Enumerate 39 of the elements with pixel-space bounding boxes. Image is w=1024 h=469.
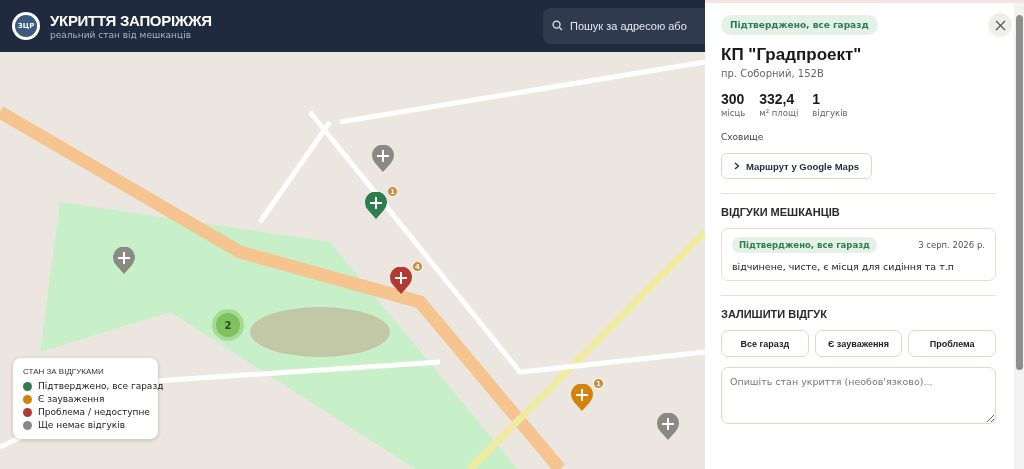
location-pin-icon[interactable] xyxy=(390,267,412,295)
close-button[interactable] xyxy=(988,13,1012,37)
section-title: ВІДГУКИ МЕШКАНЦІВ xyxy=(721,206,841,218)
close-icon xyxy=(994,19,1006,31)
legend-label: Проблема / недоступне xyxy=(38,407,150,417)
location-pin-icon[interactable] xyxy=(657,413,679,441)
rating-option[interactable]: Все гаразд xyxy=(721,330,809,357)
search-field[interactable]: Пошук за адресою або xyxy=(543,8,705,44)
legend-title: СТАН ЗА ВІДГУКАМИ xyxy=(23,367,105,376)
review-text: відчинене, чисте, є місця для сидіння та т.п xyxy=(732,261,955,272)
route-button[interactable]: Маршрут у Google Maps xyxy=(721,153,872,179)
location-pin-icon[interactable] xyxy=(365,192,387,220)
stat-label: м² площі xyxy=(759,108,799,118)
stat-value: 1 xyxy=(812,91,822,107)
shelter-address: пр. Соборний, 152В xyxy=(721,68,825,79)
location-pin-icon[interactable] xyxy=(571,384,593,412)
legend-label: Підтверджено, все гаразд xyxy=(38,381,164,391)
section-title: ЗАЛИШИТИ ВІДГУК xyxy=(721,308,828,320)
stat-label: місць xyxy=(721,108,746,118)
shelter-name: КП "Градпроект" xyxy=(721,45,863,65)
legend-label: Є зауваження xyxy=(38,394,105,404)
comment-field[interactable]: Опишіть стан укриття (необов'язково)... xyxy=(721,367,996,424)
scrollbar[interactable] xyxy=(1014,3,1024,469)
status-badge: Підтверджено, все гаразд xyxy=(721,15,878,35)
app-subtitle: реальний стан від мешканців xyxy=(50,30,192,40)
stat-value: 300 xyxy=(721,91,746,107)
rating-option[interactable]: Є зауваження xyxy=(814,330,903,357)
location-pin-icon[interactable] xyxy=(372,145,394,173)
chevron-icon xyxy=(734,162,740,170)
shelter-type: Сховище xyxy=(721,132,765,142)
review-date: 3 серп. 2026 р. xyxy=(918,240,985,250)
legend-label: Ще немає відгуків xyxy=(38,420,126,430)
app-title: УКРИТТЯ ЗАПОРІЖЖЯ xyxy=(50,12,213,29)
stat-label: відгуків xyxy=(812,108,848,118)
search-icon xyxy=(552,20,563,31)
location-pin-icon[interactable] xyxy=(113,247,135,275)
review-status-badge: Підтверджено, все гаразд xyxy=(732,237,877,253)
rating-option[interactable]: Проблема xyxy=(908,330,996,357)
stat-value: 332,4 xyxy=(759,91,796,107)
